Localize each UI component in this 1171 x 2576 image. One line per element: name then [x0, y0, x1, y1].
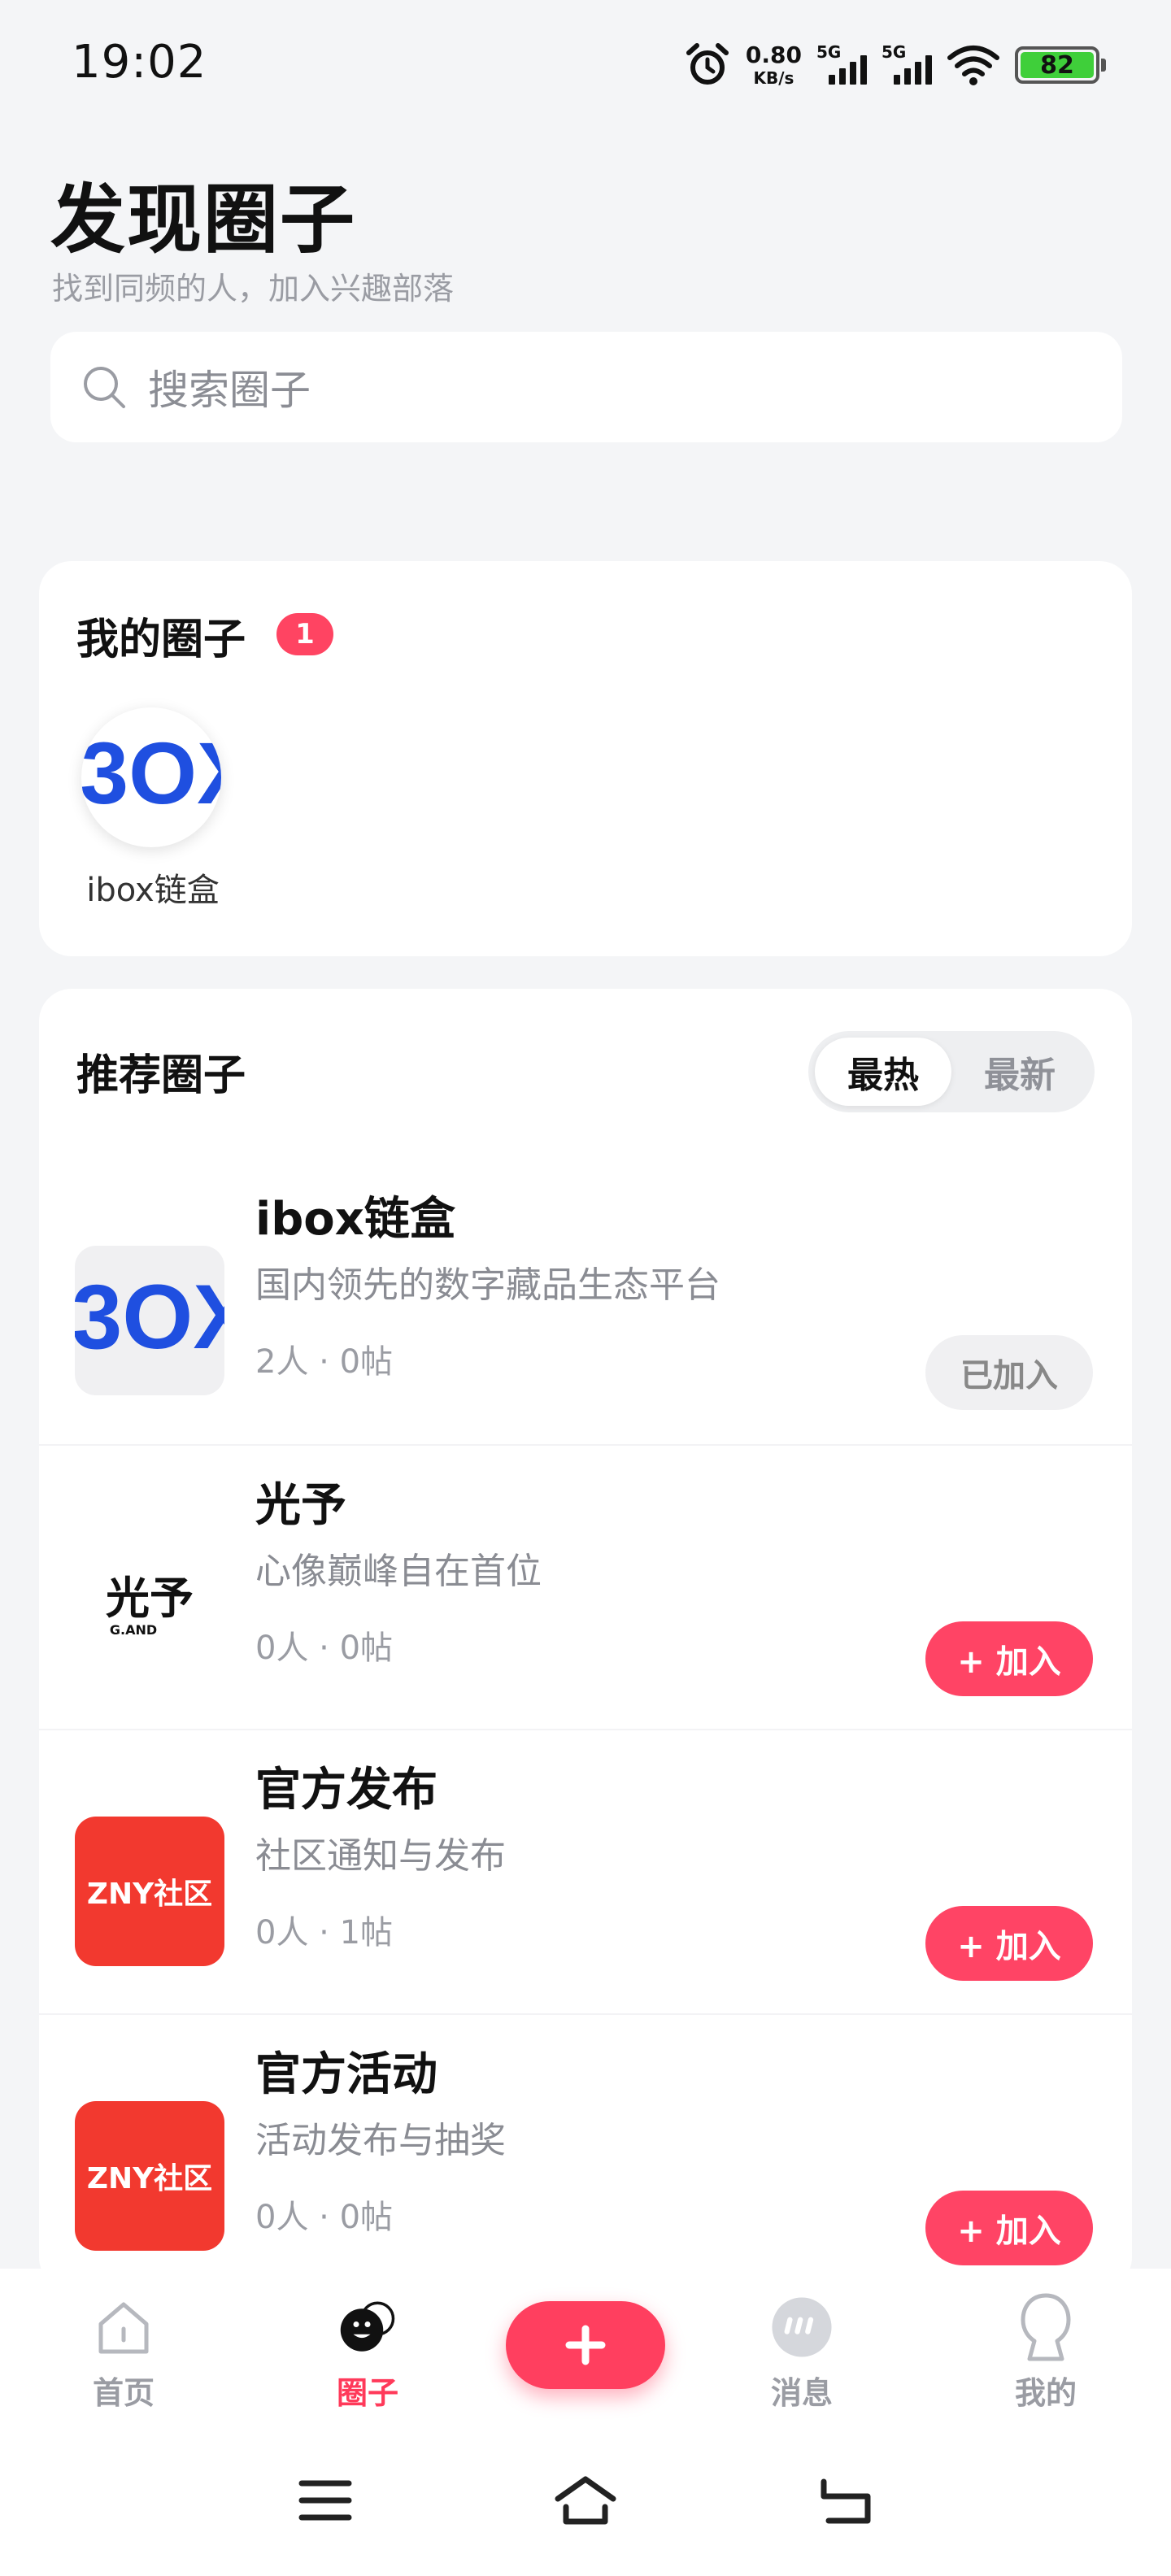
my-circle-avatar[interactable]: 3OX: [81, 707, 221, 847]
tab-circle-label: 圈子: [336, 2375, 398, 2411]
zny-logo-text: ZNY社区: [86, 1878, 213, 1911]
alarm-icon: [686, 43, 729, 85]
create-post-button[interactable]: [506, 2301, 665, 2389]
home-nav-icon[interactable]: [545, 2464, 626, 2537]
recommended-title: 推荐圈子: [76, 1051, 246, 1100]
tab-messages[interactable]: 消息: [720, 2269, 883, 2423]
system-nav-bar: [0, 2431, 1171, 2576]
circle-desc: 活动发布与抽奖: [255, 2120, 506, 2161]
bottom-tab-bar: 首页 圈子 消息 我的: [0, 2269, 1171, 2576]
circle-stats: 0人 · 0帖: [255, 2199, 394, 2236]
net-speed: 0.80 KB/s: [745, 41, 802, 88]
home-icon: [89, 2293, 158, 2361]
status-bar: 19:02 0.80 KB/s 5G 5G 82: [0, 0, 1171, 130]
message-icon: [768, 2293, 836, 2361]
sort-toggle: 最热 最新: [808, 1031, 1095, 1112]
svg-text:3OX: 3OX: [81, 724, 221, 822]
guangyu-logo-icon: 光予 G.AND: [75, 1532, 224, 1682]
circle-desc: 国内领先的数字藏品生态平台: [255, 1264, 720, 1306]
circle-stats: 0人 · 1帖: [255, 1914, 394, 1952]
circle-row[interactable]: 3OX ibox链盒 国内领先的数字藏品生态平台 2人 · 0帖 已加入: [39, 1160, 1132, 1444]
page-subtitle: 找到同频的人，加入兴趣部落: [52, 271, 455, 307]
my-circles-card: 我的圈子 1 3OX ibox链盒: [39, 561, 1132, 956]
search-placeholder: 搜索圈子: [148, 367, 311, 414]
net-speed-value: 0.80: [745, 41, 802, 68]
app-screen: 19:02 0.80 KB/s 5G 5G 82 发现圈子 找到同频的人，加入兴…: [0, 0, 1171, 2576]
zny-logo-text: ZNY社区: [86, 2162, 213, 2195]
tab-circle[interactable]: 圈子: [286, 2269, 449, 2423]
guangyu-logo-subtext: G.AND: [109, 1621, 158, 1638]
join-button[interactable]: + 加入: [925, 1621, 1093, 1696]
status-time: 19:02: [72, 36, 207, 89]
circle-name: 官方活动: [255, 2048, 437, 2101]
ibox-logo-icon: 3OX: [81, 724, 221, 822]
circle-name: ibox链盒: [255, 1193, 455, 1246]
search-icon: [84, 367, 125, 408]
zny-logo-icon: ZNY社区: [75, 1817, 224, 1966]
my-circles-count-badge: 1: [276, 613, 333, 655]
circle-name: 官方发布: [255, 1764, 437, 1817]
profile-icon: [1012, 2293, 1080, 2361]
menu-icon[interactable]: [285, 2464, 366, 2537]
joined-button[interactable]: 已加入: [925, 1335, 1093, 1410]
battery-level: 82: [1021, 51, 1094, 80]
tab-profile[interactable]: 我的: [964, 2269, 1127, 2423]
sort-tab-hot[interactable]: 最热: [815, 1038, 951, 1106]
status-icons: 0.80 KB/s 5G 5G 82: [684, 37, 1106, 93]
circle-stats: 0人 · 0帖: [255, 1630, 394, 1667]
back-icon[interactable]: [805, 2464, 886, 2537]
svg-text:3OX: 3OX: [75, 1266, 224, 1368]
signal-icon-2: 5G: [882, 42, 932, 88]
page-title: 发现圈子: [50, 176, 357, 263]
recommended-card: 推荐圈子 最热 最新 3OX ibox链盒 国内领先的数字藏品生态平台 2人 ·…: [39, 989, 1132, 2290]
tab-home[interactable]: 首页: [42, 2269, 205, 2423]
signal-icon: 5G: [816, 42, 867, 88]
search-input[interactable]: 搜索圈子: [50, 332, 1122, 442]
net-speed-unit: KB/s: [753, 68, 794, 88]
ibox-logo-icon: 3OX: [75, 1246, 224, 1395]
circle-desc: 心像巅峰自在首位: [255, 1551, 542, 1592]
circle-desc: 社区通知与发布: [255, 1835, 506, 1877]
zny-logo-icon: ZNY社区: [75, 2101, 224, 2251]
tab-home-label: 首页: [92, 2375, 155, 2411]
circle-row[interactable]: ZNY社区 官方活动 活动发布与抽奖 0人 · 0帖 + 加入: [39, 2013, 1132, 2298]
circle-name: 光予: [255, 1479, 346, 1532]
join-button[interactable]: + 加入: [925, 1906, 1093, 1981]
guangyu-logo-text: 光予: [106, 1572, 194, 1624]
circle-icon: [333, 2293, 402, 2361]
my-circles-title: 我的圈子: [76, 616, 246, 664]
my-circle-label: ibox链盒: [86, 872, 220, 909]
tab-profile-label: 我的: [1014, 2375, 1077, 2411]
circle-row[interactable]: ZNY社区 官方发布 社区通知与发布 0人 · 1帖 + 加入: [39, 1729, 1132, 2013]
tab-messages-label: 消息: [770, 2375, 833, 2411]
circle-stats: 2人 · 0帖: [255, 1343, 394, 1381]
circle-row[interactable]: 光予 G.AND 光予 心像巅峰自在首位 0人 · 0帖 + 加入: [39, 1444, 1132, 1729]
wifi-icon: [947, 46, 999, 85]
join-button[interactable]: + 加入: [925, 2191, 1093, 2265]
sort-tab-new[interactable]: 最新: [951, 1038, 1088, 1106]
battery-icon: 82: [1015, 46, 1106, 84]
plus-icon: [565, 2325, 606, 2365]
